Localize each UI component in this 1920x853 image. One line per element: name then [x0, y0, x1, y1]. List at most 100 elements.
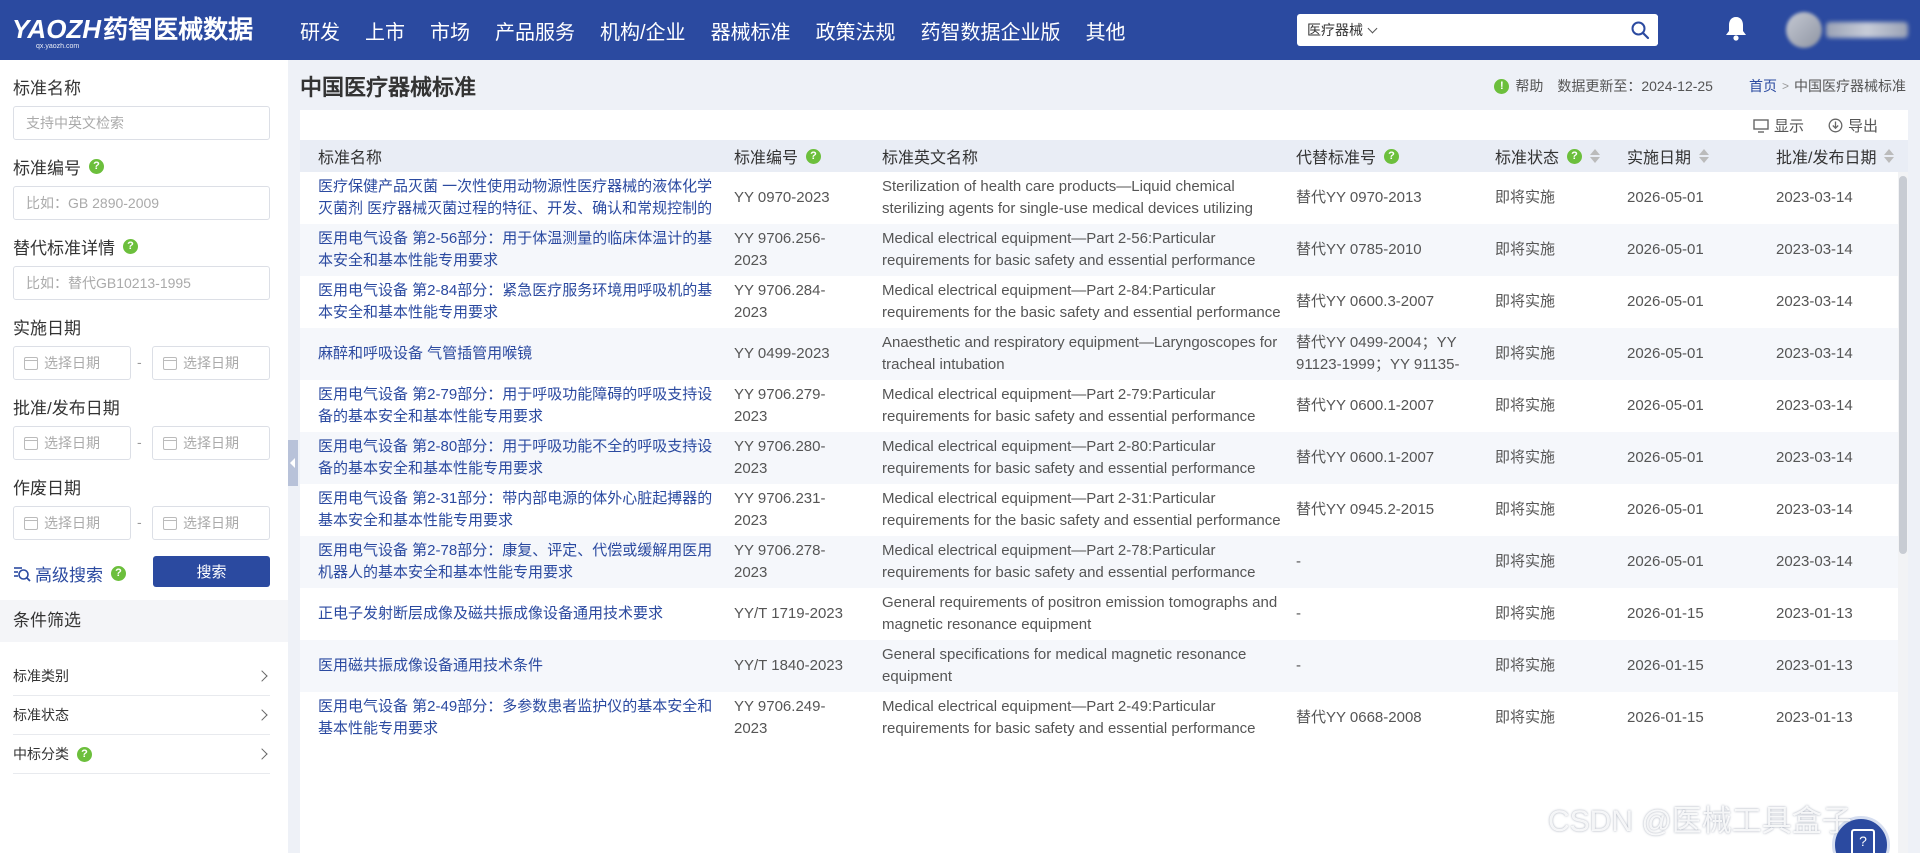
cell-standard-name[interactable]: 医用电气设备 第2-49部分：多参数患者监护仪的基本安全和基本性能专用要求 — [318, 696, 713, 740]
global-search-input[interactable] — [1384, 16, 1658, 44]
chevron-right-icon — [256, 748, 268, 760]
cell-english-name: Anaesthetic and respiratory equipment—La… — [882, 334, 1278, 373]
filter-standard-status[interactable]: 标准状态 — [13, 696, 270, 735]
cell-standard-name[interactable]: 医用电气设备 第2-79部分：用于呼吸功能障碍的呼吸支持设备的基本安全和基本性能… — [318, 384, 713, 428]
nav-item-listed[interactable]: 上市 — [365, 16, 405, 45]
username-blurred[interactable] — [1826, 22, 1908, 38]
cell-standard-name[interactable]: 医疗保健产品灭菌 一次性使用动物源性医疗器械的液体化学灭菌剂 医疗器械灭菌过程的… — [318, 176, 713, 220]
watermark: CSDN @医械工具盒子 — [1548, 805, 1852, 838]
notification-bell-icon[interactable] — [1724, 14, 1748, 42]
abolish-date-end[interactable]: 选择日期 — [152, 506, 270, 540]
logo-subtitle: qx.yaozh.com — [36, 43, 80, 50]
cell-status: 即将实施 — [1495, 605, 1556, 622]
help-icon[interactable]: ? — [123, 239, 138, 254]
table-row[interactable]: 医疗保健产品灭菌 一次性使用动物源性医疗器械的液体化学灭菌剂 医疗器械灭菌过程的… — [300, 172, 1898, 224]
sort-icon[interactable] — [1699, 149, 1710, 163]
cell-standard-name[interactable]: 医用电气设备 第2-80部分：用于呼吸功能不全的呼吸支持设备的基本安全和基本性能… — [318, 436, 713, 480]
table-row[interactable]: 医用电气设备 第2-84部分：紧急医疗服务环境用呼吸机的基本安全和基本性能专用要… — [300, 276, 1898, 328]
col-header-english-name: 标准英文名称 — [882, 144, 978, 168]
cell-impl-date: 2026-05-01 — [1627, 553, 1704, 570]
sort-icon[interactable] — [1884, 149, 1895, 163]
help-icon[interactable]: ? — [806, 148, 822, 164]
publish-date-end[interactable]: 选择日期 — [152, 426, 270, 460]
cell-impl-date: 2026-05-01 — [1627, 189, 1704, 206]
standard-name-input[interactable]: 支持中英文检索 — [13, 106, 270, 140]
help-link[interactable]: ! 帮助 — [1494, 76, 1543, 96]
table-row[interactable]: 医用电气设备 第2-49部分：多参数患者监护仪的基本安全和基本性能专用要求 YY … — [300, 692, 1898, 744]
col-header-status-text: 标准状态 — [1495, 150, 1560, 167]
cell-publish-date: 2023-03-14 — [1776, 397, 1853, 414]
filter-label: 标准类别 — [13, 668, 69, 684]
help-icon[interactable]: ? — [77, 746, 92, 762]
impl-date-start[interactable]: 选择日期 — [13, 346, 131, 380]
impl-date-end[interactable]: 选择日期 — [152, 346, 270, 380]
help-icon[interactable]: ? — [1384, 148, 1400, 164]
nav-item-policy[interactable]: 政策法规 — [816, 16, 896, 45]
table-row[interactable]: 麻醉和呼吸设备 气管插管用喉镜 YY 0499-2023 Anaesthetic a… — [300, 328, 1898, 380]
table-scrollbar[interactable] — [1898, 172, 1908, 853]
sort-icon[interactable] — [1590, 149, 1601, 163]
standard-code-label-text: 标准编号 — [13, 159, 81, 178]
cell-impl-date: 2026-01-15 — [1627, 709, 1704, 726]
filter-ccs-classification[interactable]: 中标分类 ? — [13, 735, 270, 774]
table-row[interactable]: 正电子发射断层成像及磁共振成像设备通用技术要求 YY/T 1719-2023 Gen… — [300, 588, 1898, 640]
table-row[interactable]: 医用电气设备 第2-80部分：用于呼吸功能不全的呼吸支持设备的基本安全和基本性能… — [300, 432, 1898, 484]
publish-date-start[interactable]: 选择日期 — [13, 426, 131, 460]
date-placeholder: 选择日期 — [44, 355, 100, 371]
display-columns-button[interactable]: 显示 — [1753, 115, 1804, 136]
cell-standard-code: YY 9706.256-2023 — [734, 230, 826, 269]
nav-item-other[interactable]: 其他 — [1086, 16, 1126, 45]
col-header-status[interactable]: 标准状态? — [1495, 144, 1601, 168]
breadcrumb-current: 中国医疗器械标准 — [1794, 78, 1906, 94]
cell-standard-code: YY 9706.278-2023 — [734, 542, 826, 581]
col-header-impl-text: 实施日期 — [1627, 150, 1692, 167]
help-icon[interactable]: ? — [1567, 148, 1583, 164]
site-logo[interactable]: YAOZH 药智医械数据 qx.yaozh.com — [12, 10, 253, 50]
table-row[interactable]: 医用电气设备 第2-79部分：用于呼吸功能障碍的呼吸支持设备的基本安全和基本性能… — [300, 380, 1898, 432]
search-scope-dropdown[interactable]: 医疗器械 — [1297, 20, 1378, 40]
cell-standard-name[interactable]: 正电子发射断层成像及磁共振成像设备通用技术要求 — [318, 603, 713, 625]
cell-english-name: Medical electrical equipment—Part 2-31:P… — [882, 490, 1281, 529]
abolish-date-start[interactable]: 选择日期 — [13, 506, 131, 540]
table-row[interactable]: 医用电气设备 第2-56部分：用于体温测量的临床体温计的基本安全和基本性能专用要… — [300, 224, 1898, 276]
table-row[interactable]: 医用电气设备 第2-78部分：康复、评定、代偿或缓解用医用机器人的基本安全和基本… — [300, 536, 1898, 588]
cell-standard-name[interactable]: 医用电气设备 第2-31部分：带内部电源的体外心脏起搏器的基本安全和基本性能专用… — [318, 488, 713, 532]
col-header-impl-date[interactable]: 实施日期 — [1627, 144, 1710, 168]
standard-code-input[interactable]: 比如：GB 2890-2009 — [13, 186, 270, 220]
scrollbar-thumb[interactable] — [1899, 176, 1907, 554]
cell-standard-name[interactable]: 麻醉和呼吸设备 气管插管用喉镜 — [318, 343, 713, 365]
date-placeholder: 选择日期 — [183, 435, 239, 451]
help-icon[interactable]: ? — [89, 159, 104, 174]
standard-code-label: 标准编号 ? — [13, 154, 104, 179]
nav-item-research[interactable]: 研发 — [300, 16, 340, 45]
cell-standard-code: YY 9706.284-2023 — [734, 282, 826, 321]
advanced-search-link[interactable]: 高级搜索 ? — [13, 561, 126, 586]
nav-item-enterprise[interactable]: 药智数据企业版 — [921, 16, 1061, 45]
data-update-date: 数据更新至：2024-12-25 — [1557, 78, 1713, 94]
filter-standard-category[interactable]: 标准类别 — [13, 657, 270, 696]
nav-item-product-service[interactable]: 产品服务 — [495, 16, 575, 45]
search-icon[interactable] — [1630, 20, 1650, 40]
col-header-publish-date[interactable]: 批准/发布日期 — [1776, 144, 1895, 168]
nav-item-institutions[interactable]: 机构/企业 — [600, 16, 686, 45]
cell-standard-name[interactable]: 医用电气设备 第2-84部分：紧急医疗服务环境用呼吸机的基本安全和基本性能专用要… — [318, 280, 713, 324]
breadcrumb-home[interactable]: 首页 — [1749, 76, 1777, 96]
cell-standard-name[interactable]: 医用磁共振成像设备通用技术条件 — [318, 655, 713, 677]
cell-status: 即将实施 — [1495, 397, 1556, 414]
avatar[interactable] — [1786, 12, 1822, 48]
cell-status: 即将实施 — [1495, 449, 1556, 466]
cell-standard-name[interactable]: 医用电气设备 第2-56部分：用于体温测量的临床体温计的基本安全和基本性能专用要… — [318, 228, 713, 272]
standard-name-label: 标准名称 — [13, 74, 81, 99]
table-row[interactable]: 医用电气设备 第2-31部分：带内部电源的体外心脏起搏器的基本安全和基本性能专用… — [300, 484, 1898, 536]
filter-section-title: 条件筛选 — [0, 600, 288, 642]
nav-item-market[interactable]: 市场 — [430, 16, 470, 45]
cell-publish-date: 2023-03-14 — [1776, 293, 1853, 310]
help-icon[interactable]: ? — [111, 566, 126, 581]
search-button[interactable]: 搜索 — [153, 556, 270, 587]
cell-standard-name[interactable]: 医用电气设备 第2-78部分：康复、评定、代偿或缓解用医用机器人的基本安全和基本… — [318, 540, 713, 584]
export-button[interactable]: 导出 — [1828, 115, 1878, 136]
nav-item-device-standards[interactable]: 器械标准 — [711, 16, 791, 45]
replacement-input[interactable]: 比如：替代GB10213-1995 — [13, 266, 270, 300]
sidebar-collapse-toggle[interactable] — [288, 440, 298, 486]
table-row[interactable]: 医用磁共振成像设备通用技术条件 YY/T 1840-2023 General spe… — [300, 640, 1898, 692]
